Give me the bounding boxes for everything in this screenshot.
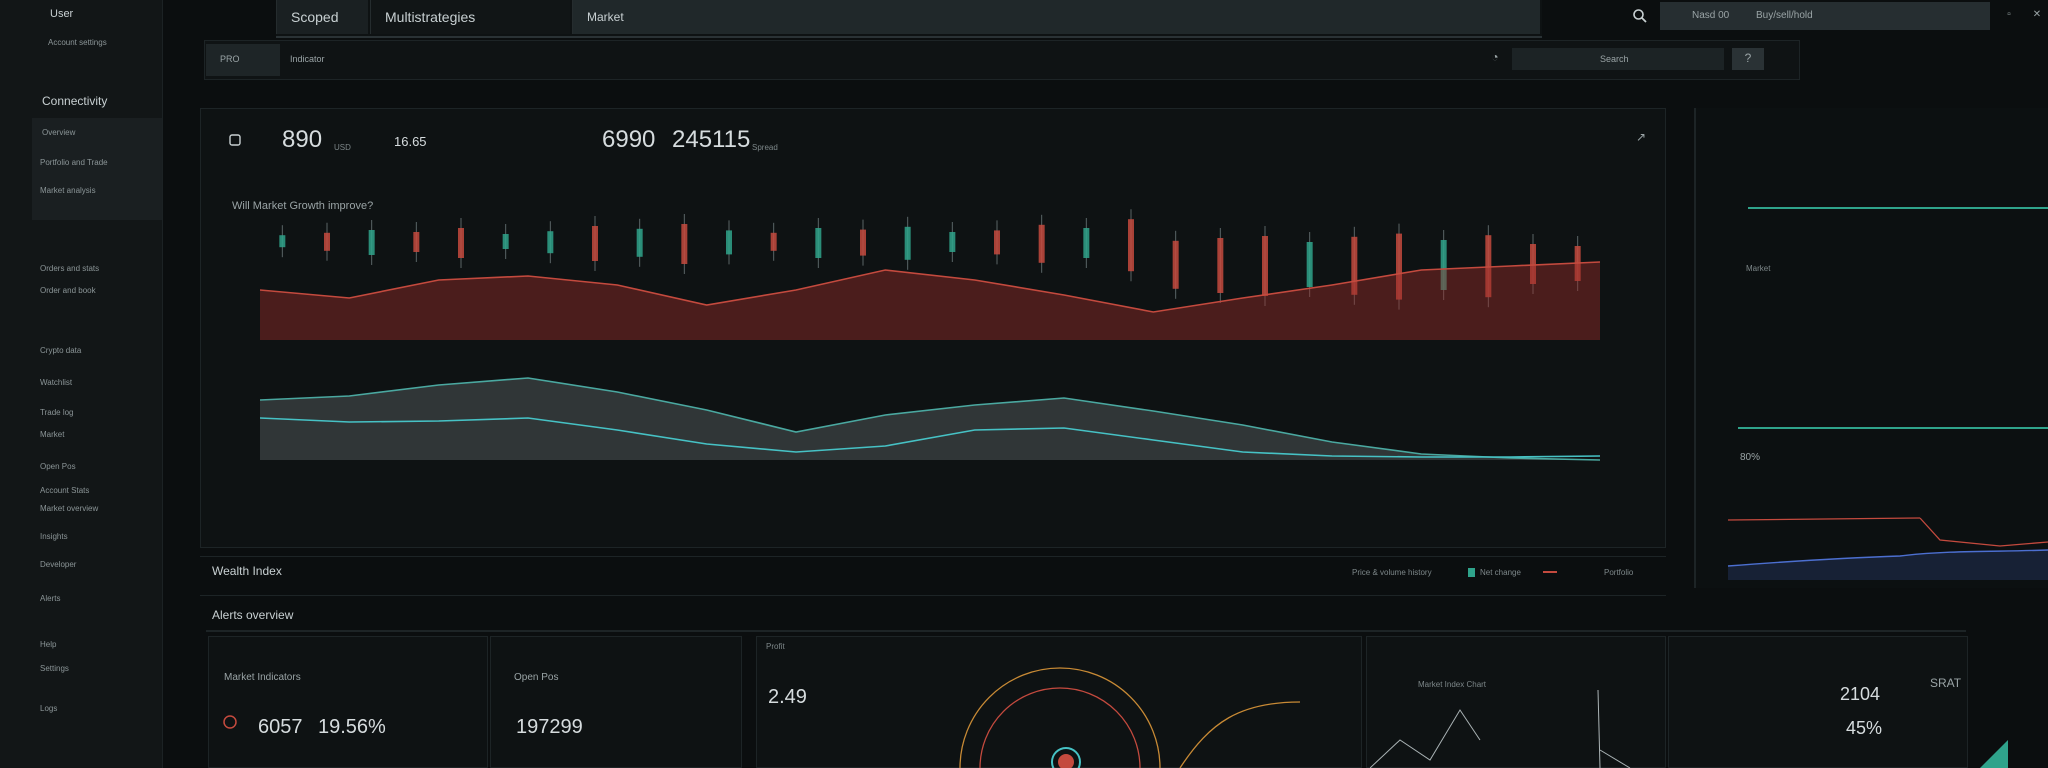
stat-change: 16.65 [394,134,427,149]
chart-footer [200,556,1666,596]
candle[interactable] [547,231,554,254]
alert-circle-icon [222,714,238,730]
sidebar-item[interactable]: Open Pos [40,462,76,471]
candle[interactable] [1172,240,1179,289]
card-market-indicators[interactable] [208,636,488,768]
right-panel-value: 80% [1740,452,1761,463]
bottom-section-title: Alerts overview [212,608,294,622]
sidebar-item[interactable]: Watchlist [40,378,72,387]
card1-value: 6057 [258,716,303,738]
card1-title: Market Indicators [224,672,301,683]
candle[interactable] [1217,238,1224,293]
candle[interactable] [1038,224,1045,263]
card1-value-percent: 19.56% [318,716,386,738]
series-area [260,378,1600,460]
card5-label: SRAT [1930,676,1962,690]
search-field-label: Search [1600,54,1629,64]
search-icon[interactable] [1632,8,1648,24]
price-chart[interactable] [260,200,1660,530]
candle[interactable] [949,232,956,252]
candle[interactable] [815,228,822,258]
candle[interactable] [413,232,420,252]
user-sub[interactable]: Account settings [48,38,107,47]
market-select-value: Buy/sell/hold [1756,10,1813,21]
card3-title: Profit [766,642,785,651]
stat-price: 890 [282,126,323,153]
close-icon[interactable]: ✕ [2030,8,2044,22]
market-select-label: Nasd 00 [1692,10,1730,21]
card5-value: 2104 [1840,684,1881,704]
market-index-mini-chart [1370,690,1631,768]
window-icon[interactable]: ▫ [2002,8,2016,22]
trend-triangle [1980,740,2008,768]
sidebar-item[interactable]: Market analysis [40,186,96,195]
card-open-pos[interactable] [490,636,742,768]
card2-value: 197299 [516,716,583,738]
legend-swatch-red [1543,571,1557,573]
candle[interactable] [1262,236,1268,296]
sidebar-item[interactable]: Orders and stats [40,264,99,273]
sidebar-item[interactable]: Alerts [40,594,60,603]
right-panel-label: Market [1746,264,1771,273]
legend-item-portfolio[interactable]: Portfolio [1604,568,1633,577]
candle[interactable] [279,235,286,248]
candle[interactable] [324,232,330,251]
right-mini-chart [1727,207,2048,580]
sidebar-item[interactable]: Settings [40,664,69,673]
sidebar-item[interactable]: Logs [40,704,57,713]
candle[interactable] [726,230,732,255]
stat-total: 245115 [672,126,751,153]
candle[interactable] [994,230,1000,255]
sidebar-item[interactable]: Trade log [40,408,74,417]
tab-market[interactable]: Market [572,0,1540,34]
user-name[interactable]: User [50,8,73,20]
checkbox-icon[interactable] [228,133,242,147]
candle[interactable] [904,226,911,260]
sidebar-item[interactable]: Market overview [40,504,98,513]
candle[interactable] [770,232,777,251]
stat-total-label: Spread [752,143,778,152]
legend-label: Price & volume history [1352,568,1432,577]
legend-item-net-change[interactable]: Net change [1480,568,1521,577]
legend-swatch-teal [1468,568,1475,577]
gauge-chart [959,667,1301,768]
candle[interactable] [458,228,464,258]
candle[interactable] [592,226,598,261]
pro-button-label: PRO [220,54,240,64]
candle[interactable] [502,234,509,249]
sidebar-item[interactable]: Market [40,430,64,439]
candle[interactable] [1128,219,1134,272]
sidebar-item[interactable]: Crypto data [40,346,81,355]
stat-price-unit: USD [334,143,351,152]
card4-title: Market Index Chart [1418,680,1487,689]
card2-title: Open Pos [514,672,559,683]
candle[interactable] [1306,242,1313,287]
sidebar-item[interactable]: Order and book [40,286,96,295]
candle[interactable] [681,224,688,264]
indicator-label: Indicator [290,54,325,64]
sidebar-item[interactable]: Help [40,640,56,649]
sidebar-section-title: Connectivity [42,94,108,108]
help-icon: ? [1744,51,1752,65]
candle[interactable] [1083,228,1090,258]
tab-multistrategies[interactable]: Multistrategies [370,0,570,34]
chart-footer-title: Wealth Index [212,564,282,578]
candle[interactable] [860,229,866,256]
sidebar-item[interactable]: Insights [40,532,68,541]
expand-icon[interactable]: ↗ [1634,130,1648,144]
sidebar-item[interactable]: Portfolio and Trade [40,158,108,167]
sidebar-item[interactable]: Account Stats [40,486,89,495]
bottom-divider [206,630,1966,632]
sidebar-item[interactable]: Overview [42,128,75,137]
candle[interactable] [636,228,643,257]
stat-volume: 6990 [602,126,656,153]
toggle-icon[interactable]: ◔ [1488,50,1502,64]
pro-button[interactable] [206,44,280,76]
sidebar-item[interactable]: Developer [40,560,76,569]
card-summary[interactable] [1668,636,1968,768]
card5-value-percent: 45% [1846,718,1883,738]
sidebar [0,0,163,768]
candle[interactable] [368,230,375,255]
tab-scoped[interactable]: Scoped [276,0,368,34]
